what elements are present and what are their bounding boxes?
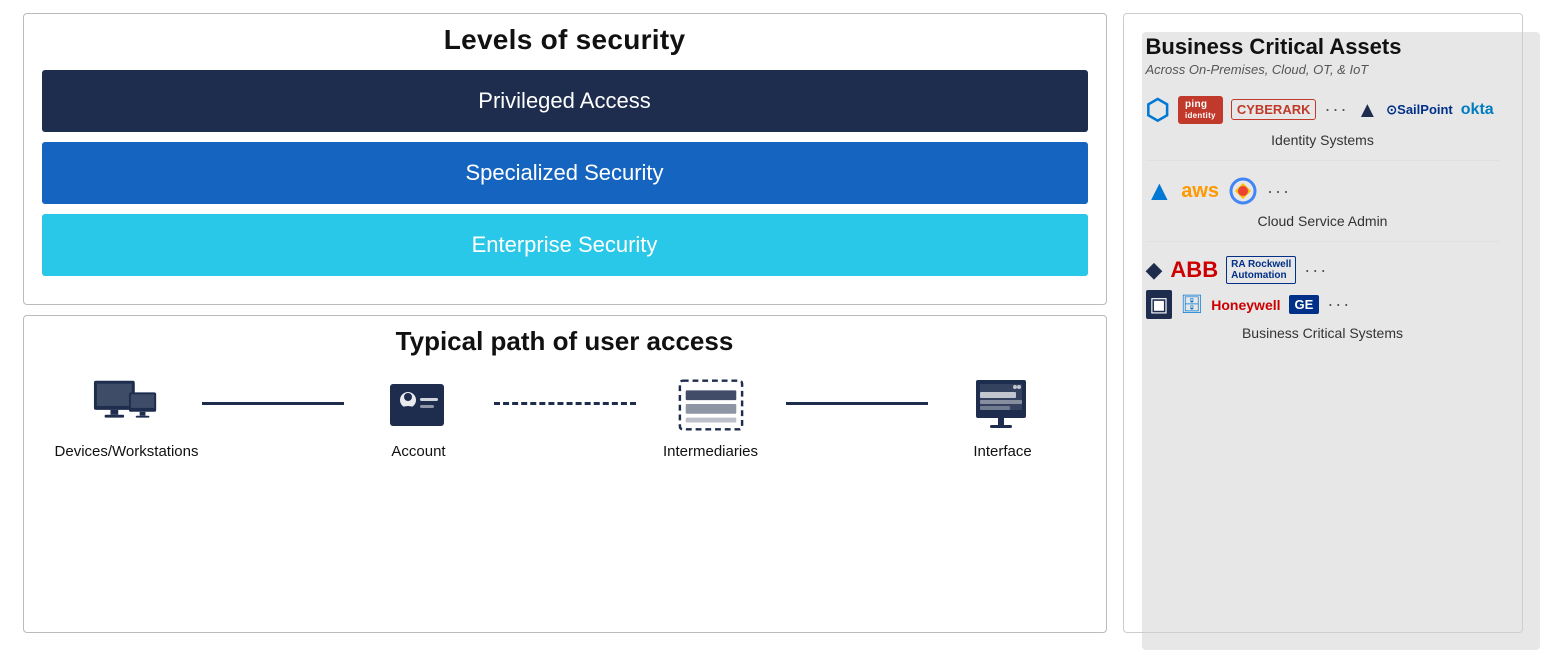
azure-cloud-icon: ▲ [1146,175,1174,207]
interface-label: Interface [973,443,1031,460]
account-label: Account [391,443,445,460]
identity-logos: ⬡ pingidentity CYBERARK ··· ▲ ⊙SailPoint… [1146,93,1500,126]
business-logos: ◆ ABB RA RockwellAutomation ··· [1146,256,1500,284]
specialized-security-bar: Specialized Security [42,142,1088,204]
square-icon: ▣ [1146,290,1173,319]
intermediaries-icon [676,375,746,435]
enterprise-security-bar: Enterprise Security [42,214,1088,276]
path-item-devices: Devices/Workstations [52,375,202,460]
gcp-logo [1227,175,1259,207]
path-items: Devices/Workstations [42,375,1088,460]
diamond-icon: ◆ [1146,257,1163,283]
identity-label: Identity Systems [1146,132,1500,148]
business-label: Business Critical Systems [1146,325,1500,341]
abb-logo: ABB [1170,257,1218,283]
devices-icon [92,375,162,435]
privileged-access-bar: Privileged Access [42,70,1088,132]
path-item-interface: Interface [928,375,1078,460]
path-item-intermediaries: Intermediaries [636,375,786,460]
ge-logo: GE [1289,295,1320,314]
path-item-account: Account [344,375,494,460]
main-container: Levels of security Privileged Access Spe… [23,13,1523,633]
rockwell-logo: RA RockwellAutomation [1226,256,1296,284]
business-logos-2: ▣ 🗄 Honeywell GE ··· [1146,290,1500,319]
account-icon [384,375,454,435]
business-dots-1: ··· [1304,260,1328,281]
bca-subtitle: Across On-Premises, Cloud, OT, & IoT [1146,62,1500,77]
cloud-section: ▲ aws ··· Cloud Service Admin [1146,175,1500,242]
ping-logo: pingidentity [1178,96,1223,124]
identity-section: ⬡ pingidentity CYBERARK ··· ▲ ⊙SailPoint… [1146,93,1500,161]
connector-3 [786,402,928,405]
left-panel: Levels of security Privileged Access Spe… [23,13,1107,633]
right-panel: Business Critical Assets Across On-Premi… [1123,13,1523,633]
connector-1 [202,402,344,405]
levels-section: Levels of security Privileged Access Spe… [23,13,1107,305]
cloud-logos: ▲ aws ··· [1146,175,1500,207]
path-title: Typical path of user access [42,326,1088,357]
aws-logo: aws [1181,180,1219,203]
azure-logo: ⬡ [1146,93,1170,126]
connector-2-dashed [494,402,636,405]
intermediaries-label: Intermediaries [663,443,758,460]
cloud-label: Cloud Service Admin [1146,213,1500,229]
db-icon: 🗄 [1180,294,1203,315]
interface-icon [968,375,1038,435]
okta-logo: okta [1461,101,1494,119]
sailpoint-logo: ⊙SailPoint [1386,102,1453,118]
levels-title: Levels of security [42,24,1088,56]
devices-label: Devices/Workstations [55,443,199,460]
bca-title: Business Critical Assets [1146,34,1500,60]
path-section: Typical path of user access [23,315,1107,633]
cyberark-logo: CYBERARK [1231,99,1317,120]
identity-dots: ··· [1324,99,1348,120]
business-dots-2: ··· [1327,294,1351,315]
honeywell-logo: Honeywell [1211,297,1280,313]
cloud-dots: ··· [1267,181,1291,202]
sailpoint-icon: ▲ [1356,97,1378,123]
business-section: ◆ ABB RA RockwellAutomation ··· ▣ 🗄 Hone… [1146,256,1500,353]
